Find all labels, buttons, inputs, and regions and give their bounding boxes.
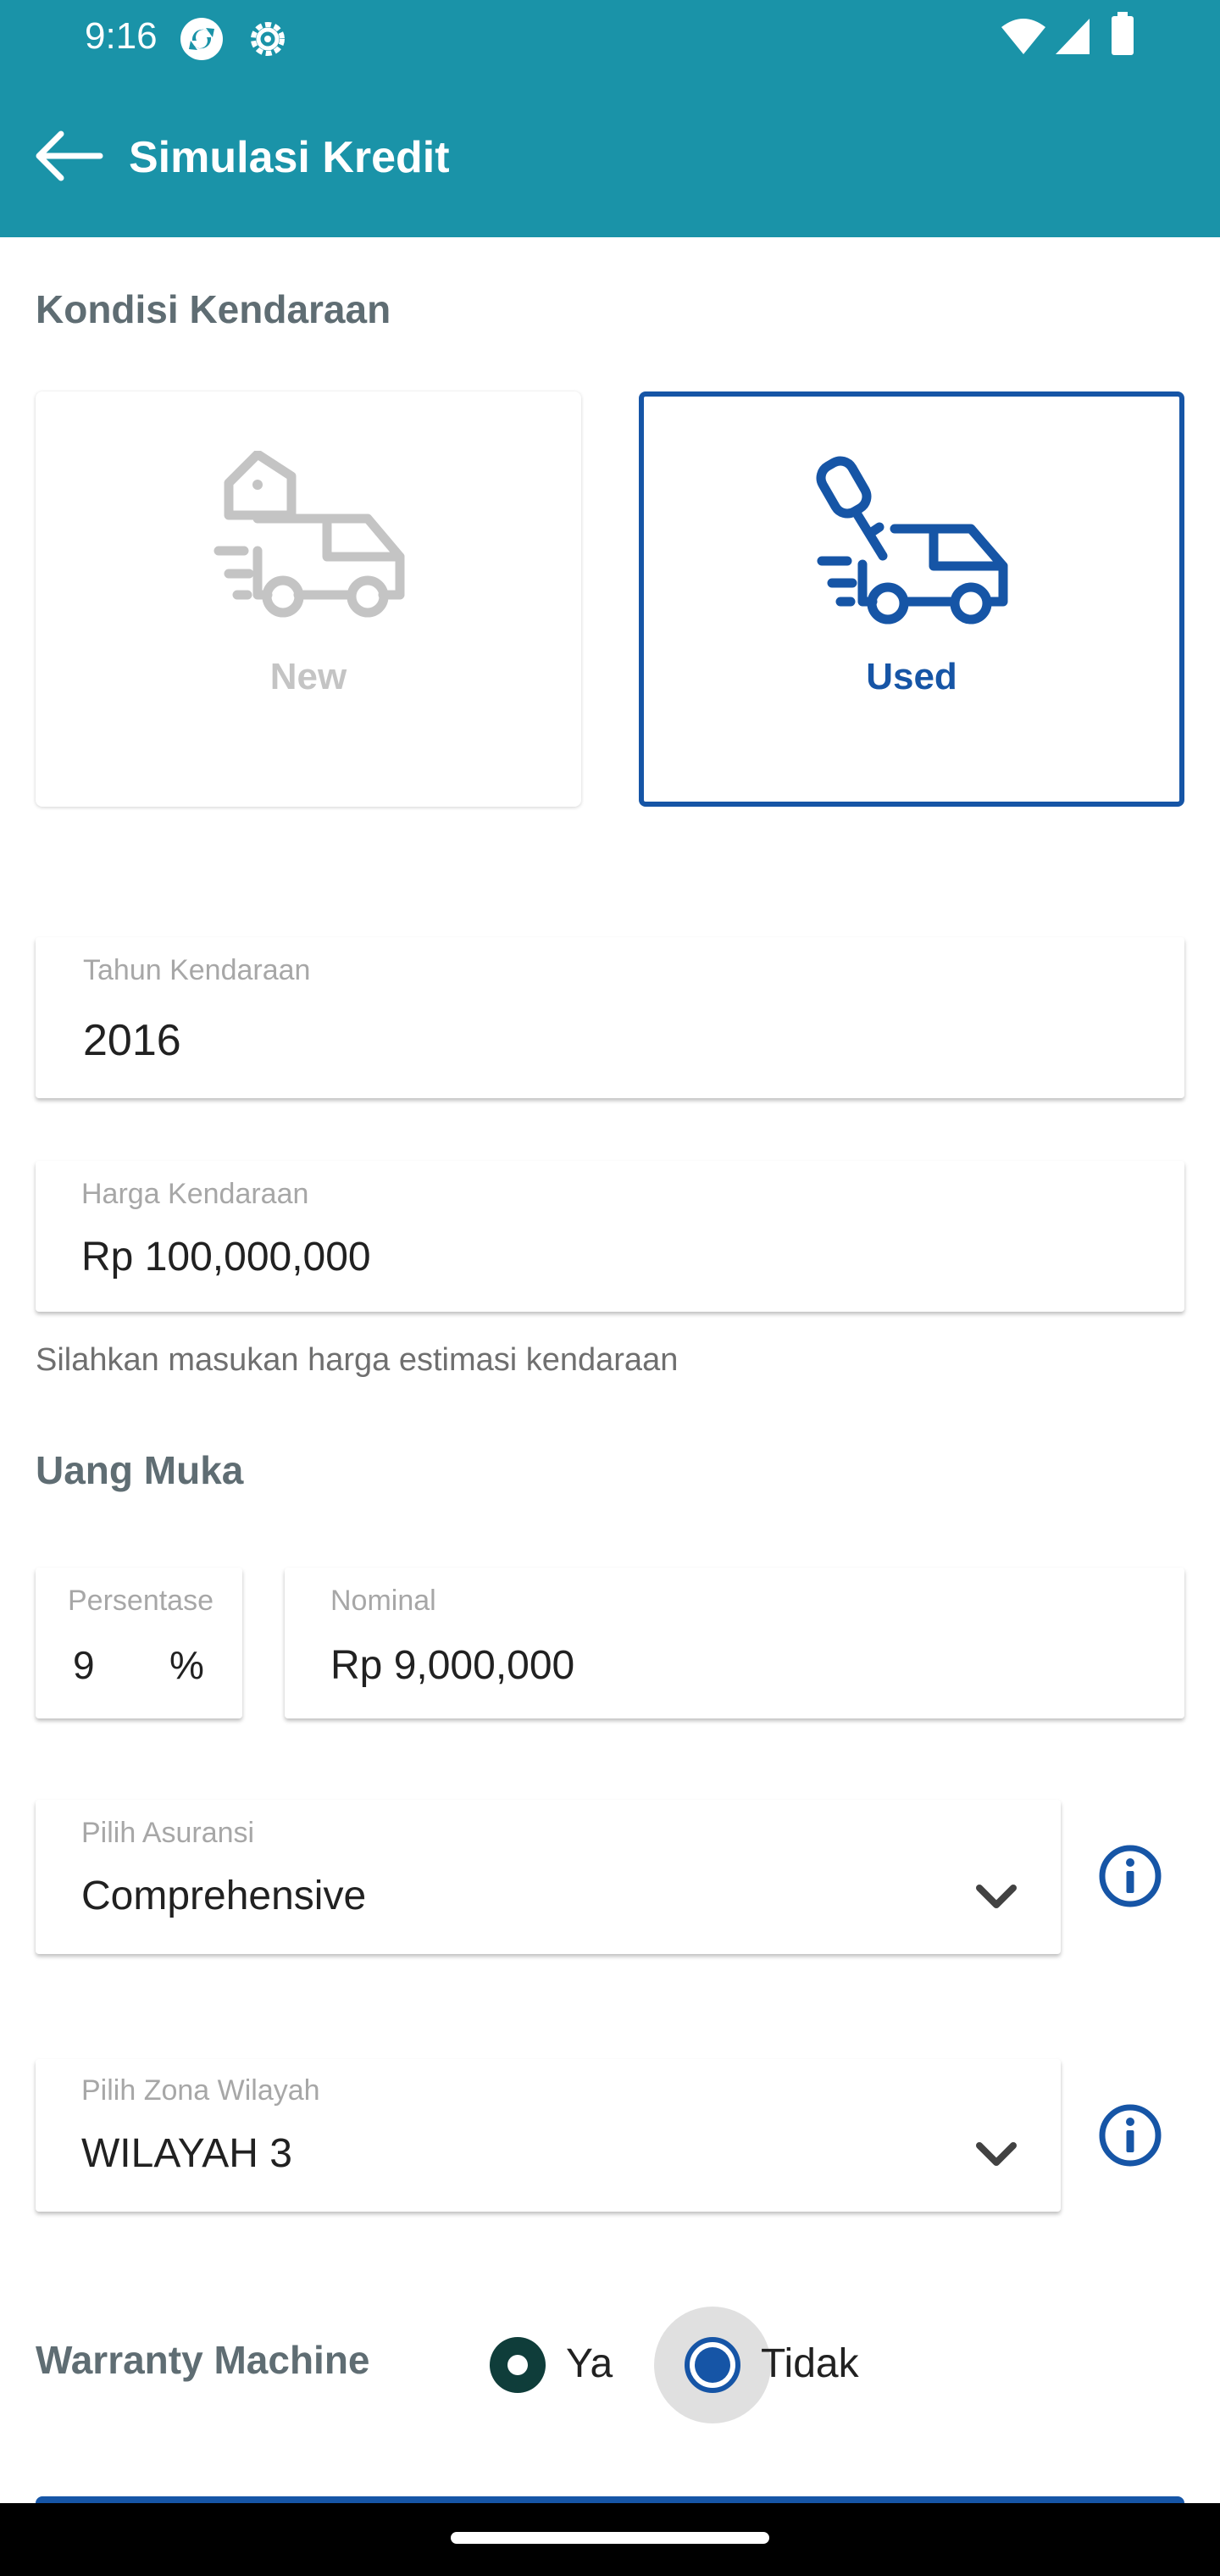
warranty-label: Warranty Machine [36, 2338, 370, 2382]
vehicle-price-field[interactable]: Harga Kendaraan Rp 100,000,000 [36, 1161, 1184, 1312]
used-car-key-icon [816, 456, 1008, 625]
zone-select[interactable]: Pilih Zona Wilayah WILAYAH 3 [36, 2059, 1061, 2212]
status-time: 9:16 [85, 15, 158, 57]
dp-percentage-label: Persentase [68, 1585, 214, 1617]
zone-value: WILAYAH 3 [81, 2131, 292, 2176]
condition-label-used: Used [866, 656, 957, 697]
insurance-value: Comprehensive [81, 1874, 367, 1918]
dp-percentage-suffix: % [169, 1643, 204, 1687]
condition-label-new: New [269, 656, 347, 697]
radio-tidak[interactable] [685, 2337, 740, 2393]
vehicle-year-value[interactable]: 2016 [83, 1015, 181, 1066]
new-car-tag-icon [214, 451, 405, 618]
radio-tidak-label: Tidak [761, 2341, 859, 2386]
info-icon[interactable] [1096, 2101, 1164, 2169]
back-arrow-icon[interactable] [30, 125, 105, 186]
page-title: Simulasi Kredit [129, 133, 450, 182]
vehicle-condition-title: Kondisi Kendaraan [36, 287, 391, 331]
down-payment-title: Uang Muka [36, 1448, 244, 1492]
dp-percentage-field[interactable]: Persentase 9 % [36, 1568, 242, 1718]
condition-option-new[interactable]: New [36, 391, 581, 807]
app-bar: Simulasi Kredit [0, 75, 1220, 237]
settings-icon [251, 22, 285, 56]
vehicle-year-field[interactable]: Tahun Kendaraan 2016 [36, 937, 1184, 1098]
vehicle-price-label: Harga Kendaraan [81, 1178, 309, 1210]
vehicle-year-label: Tahun Kendaraan [83, 954, 311, 986]
chevron-down-icon[interactable] [976, 1885, 1017, 1910]
home-handle[interactable] [451, 2532, 769, 2544]
chevron-down-icon[interactable] [976, 2142, 1017, 2168]
dp-nominal-label: Nominal [330, 1585, 436, 1617]
dp-nominal-value[interactable]: Rp 9,000,000 [330, 1642, 574, 1689]
radio-ya[interactable] [490, 2337, 546, 2393]
dp-percentage-value[interactable]: 9 [73, 1642, 95, 1688]
vehicle-price-value[interactable]: Rp 100,000,000 [81, 1234, 371, 1280]
vehicle-price-helper: Silahkan masukan harga estimasi kendaraa… [36, 1342, 679, 1378]
zone-label: Pilih Zona Wilayah [81, 2074, 320, 2107]
radio-ya-label: Ya [566, 2341, 613, 2386]
insurance-select[interactable]: Pilih Asuransi Comprehensive [36, 1800, 1061, 1954]
status-bar: 9:16 [0, 0, 1220, 75]
sync-icon [180, 18, 223, 60]
battery-icon [1112, 12, 1134, 55]
condition-option-used[interactable]: Used [639, 391, 1184, 807]
info-icon[interactable] [1096, 1842, 1164, 1910]
dp-nominal-field[interactable]: Nominal Rp 9,000,000 [285, 1568, 1184, 1718]
wifi-icon [1001, 19, 1045, 54]
signal-icon [1056, 19, 1090, 54]
insurance-label: Pilih Asuransi [81, 1817, 255, 1849]
